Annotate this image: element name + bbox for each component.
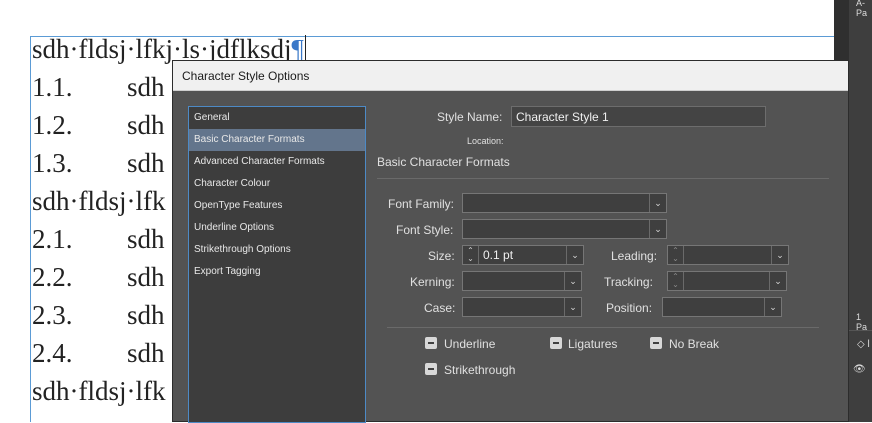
section-divider [377, 178, 829, 179]
position-label: Position: [606, 301, 653, 315]
doc-line: 2.1. sdh [32, 224, 165, 254]
list-number: 2.4. [32, 338, 73, 368]
pages-count-label: 1 Pa [856, 312, 868, 332]
list-number: 1.2. [32, 110, 73, 140]
spinner-icon[interactable]: ⌃ ⌄ [668, 246, 684, 264]
options-divider [387, 327, 819, 328]
list-number: 2.1. [32, 224, 73, 254]
doc-line-text: sdh [127, 72, 165, 102]
spinner-icon[interactable]: ⌃ ⌄ [463, 246, 479, 264]
pages-panel-tab[interactable]: A-Pa [856, 0, 872, 18]
doc-line: 2.4. sdh [32, 338, 165, 368]
tracking-label: Tracking: [604, 275, 653, 289]
leading-combo[interactable]: ⌃ ⌄ ⌄ [667, 245, 789, 265]
doc-line-text: sdh [127, 262, 165, 292]
case-label: Case: [424, 301, 456, 315]
doc-line: 1.2. sdh [32, 110, 165, 140]
dialog-nav-list: General Basic Character Formats Advanced… [188, 106, 366, 423]
kerning-label: Kerning: [410, 275, 455, 289]
chevron-down-icon: ⌄ [649, 220, 666, 238]
kerning-dropdown[interactable]: ⌄ [462, 271, 582, 291]
no-break-label: No Break [669, 337, 720, 351]
underline-checkbox[interactable] [425, 337, 437, 349]
tracking-combo[interactable]: ⌃ ⌄ ⌄ [667, 271, 787, 291]
list-number: 2.2. [32, 262, 73, 292]
doc-line-text: sdh [127, 300, 165, 330]
text-frame-left-edge [30, 36, 31, 422]
chevron-down-icon: ⌄ [566, 246, 583, 264]
list-number: 1.1. [32, 72, 73, 102]
doc-line-text: sdh·fldsj·lfk [32, 376, 166, 406]
strikethrough-label: Strikethrough [444, 363, 516, 377]
layers-toggle[interactable]: ◇ l [857, 339, 870, 350]
size-value: 0.1 pt [483, 248, 514, 262]
location-label: Location: [467, 136, 504, 146]
doc-line: 2.3. sdh [32, 300, 165, 330]
font-style-dropdown[interactable]: ⌄ [462, 219, 667, 239]
doc-line-text: sdh·fldsj·lfk [32, 186, 166, 216]
doc-line: 1.1. sdh [32, 72, 165, 102]
ligatures-label: Ligatures [568, 337, 618, 351]
leading-label: Leading: [611, 249, 658, 263]
position-dropdown[interactable]: ⌄ [662, 297, 782, 317]
font-style-label: Font Style: [396, 223, 454, 237]
font-family-dropdown[interactable]: ⌄ [462, 193, 667, 213]
nav-item-export-tagging[interactable]: Export Tagging [189, 261, 365, 283]
doc-line-text: sdh [127, 338, 165, 368]
nav-item-character-colour[interactable]: Character Colour [189, 173, 365, 195]
spinner-icon[interactable]: ⌃ ⌄ [668, 272, 684, 290]
doc-line: sdh·fldsj·lfk [32, 186, 165, 216]
ligatures-checkbox[interactable] [550, 337, 562, 349]
chevron-down-icon: ⌄ [649, 194, 666, 212]
size-combo[interactable]: ⌃ ⌄ 0.1 pt ⌄ [462, 245, 584, 265]
nav-item-basic-character-formats[interactable]: Basic Character Formats [189, 129, 365, 151]
doc-line-text: sdh [127, 148, 165, 178]
nav-item-advanced-character-formats[interactable]: Advanced Character Formats [189, 151, 365, 173]
eye-icon[interactable]: 👁 [853, 364, 866, 375]
style-name-label: Style Name: [437, 110, 503, 124]
chevron-down-icon: ⌄ [764, 298, 781, 316]
doc-line-text: sdh [127, 110, 165, 140]
chevron-down-icon: ⌄ [564, 272, 581, 290]
size-label: Size: [428, 249, 455, 263]
no-break-checkbox[interactable] [650, 337, 662, 349]
doc-line: sdh·fldsj·lfk [32, 376, 165, 406]
underline-label: Underline [444, 337, 496, 351]
dialog-titlebar[interactable]: Character Style Options [173, 61, 848, 91]
chevron-down-icon: ⌄ [564, 298, 581, 316]
chevron-down-icon: ⌄ [771, 246, 788, 264]
nav-item-opentype-features[interactable]: OpenType Features [189, 195, 365, 217]
nav-item-underline-options[interactable]: Underline Options [189, 217, 365, 239]
doc-line: 2.2. sdh [32, 262, 165, 292]
character-style-options-dialog: Character Style Options General Basic Ch… [172, 60, 849, 423]
text-cursor [304, 35, 306, 63]
font-family-label: Font Family: [388, 197, 455, 211]
section-title: Basic Character Formats [377, 155, 510, 169]
dialog-title: Character Style Options [182, 69, 310, 83]
strikethrough-checkbox[interactable] [425, 363, 437, 375]
list-number: 1.3. [32, 148, 73, 178]
style-name-input[interactable] [511, 106, 766, 127]
nav-item-general[interactable]: General [189, 107, 365, 129]
chevron-down-icon: ⌄ [769, 272, 786, 290]
doc-line-text: sdh [127, 224, 165, 254]
doc-line: 1.3. sdh [32, 148, 165, 178]
nav-item-strikethrough-options[interactable]: Strikethrough Options [189, 239, 365, 261]
list-number: 2.3. [32, 300, 73, 330]
case-dropdown[interactable]: ⌄ [462, 297, 582, 317]
